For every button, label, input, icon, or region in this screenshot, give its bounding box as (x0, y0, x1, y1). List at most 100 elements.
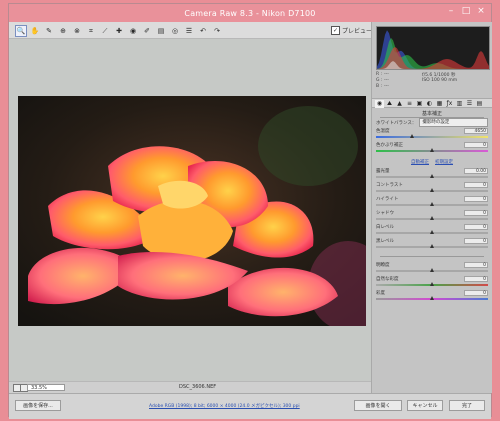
saturation-value[interactable]: 0 (464, 290, 488, 296)
auto-default-links: 自動補正 初期設定 (372, 159, 492, 165)
straighten-icon[interactable]: ⟋ (99, 25, 111, 37)
split-toning-tab-icon[interactable]: ▣ (415, 100, 424, 108)
temperature-slider-thumb[interactable] (410, 134, 415, 138)
temperature-value[interactable]: 4650 (464, 128, 488, 134)
image-canvas[interactable] (9, 39, 371, 381)
blacks-slider-thumb[interactable] (429, 244, 434, 248)
tone-curve-tab-icon[interactable]: ⛰ (385, 100, 394, 108)
bottom-bar: 画像を保存... Adobe RGB (1998); 8 bit; 6000 ×… (9, 393, 491, 419)
minimize-icon[interactable]: – (445, 6, 457, 16)
white-balance-row: ホワイトバランス： 撮影時の設定 (376, 118, 488, 127)
vibrance-label: 自然な彩度 (376, 277, 399, 282)
detail-tab-icon[interactable]: ▲ (395, 100, 404, 108)
effects-tab-icon[interactable]: ▦ (435, 100, 444, 108)
camera-raw-window: Camera Raw 8.3 - Nikon D7100 – □ × 🔍 ✋ ✎ ⊕ ⊗… (8, 3, 492, 419)
temperature-label: 色温度 (376, 129, 390, 134)
divider (380, 256, 484, 257)
panel-title: 基本補正 (421, 111, 442, 117)
blacks-value[interactable]: 0 (464, 238, 488, 244)
panel-tabs: ◉ ⛰ ▲ ≡ ▣ ◐ ▦ ƒx ▥ ☰ ▤ (372, 98, 492, 108)
iso-focal: ISO 100 90 mm (422, 78, 458, 83)
shadows-row: シャドウ 0 (376, 210, 488, 224)
done-button[interactable]: 完了 (449, 400, 485, 411)
tint-label: 色かぶり補正 (376, 143, 403, 148)
rose-image (18, 96, 366, 326)
exposure-value[interactable]: 0.00 (464, 168, 488, 174)
temperature-row: 色温度 4650 (376, 128, 488, 142)
adjustment-panel: R : --- f/5.6 1/1000 秒 G : --- ISO 100 9… (371, 22, 492, 393)
contrast-label: コントラスト (376, 183, 403, 188)
color-sampler-icon[interactable]: ⊕ (57, 25, 69, 37)
radial-filter-icon[interactable]: ◎ (169, 25, 181, 37)
workflow-options-link[interactable]: Adobe RGB (1998); 8 bit; 6000 × 4000 (24… (149, 403, 300, 409)
preview-toggle[interactable]: ✓ プレビュー (331, 26, 372, 35)
title-bar: Camera Raw 8.3 - Nikon D7100 – □ × (9, 4, 491, 22)
red-eye-icon[interactable]: ◉ (127, 25, 139, 37)
auto-link[interactable]: 自動補正 (411, 159, 429, 165)
preferences-icon[interactable]: ☰ (183, 25, 195, 37)
clarity-label: 明瞭度 (376, 263, 390, 268)
shadows-value[interactable]: 0 (464, 210, 488, 216)
whites-slider-thumb[interactable] (429, 230, 434, 234)
clarity-slider-thumb[interactable] (429, 268, 434, 272)
graduated-filter-icon[interactable]: ▤ (155, 25, 167, 37)
default-link[interactable]: 初期設定 (435, 159, 453, 165)
snapshots-tab-icon[interactable]: ☰ (465, 100, 474, 108)
crop-icon[interactable]: ⌗ (85, 25, 97, 37)
highlights-slider-thumb[interactable] (429, 202, 434, 206)
white-balance-select[interactable]: 撮影時の設定 (419, 118, 488, 127)
whites-label: 白レベル (376, 225, 394, 230)
preview-checkbox[interactable]: ✓ (331, 26, 340, 35)
target-adjust-icon[interactable]: ⊗ (71, 25, 83, 37)
zoom-level-select[interactable]: 33.5% (27, 384, 65, 391)
lens-tab-icon[interactable]: ◐ (425, 100, 434, 108)
open-image-button[interactable]: 画像を開く (354, 400, 402, 411)
saturation-row: 彩度 0 (376, 290, 488, 304)
panel-menu-icon[interactable]: ▤ (475, 100, 484, 108)
vibrance-row: 自然な彩度 0 (376, 276, 488, 290)
cancel-button[interactable]: キャンセル (407, 400, 443, 411)
blacks-row: 黒レベル 0 (376, 238, 488, 252)
rotate-ccw-icon[interactable]: ↶ (197, 25, 209, 37)
close-icon[interactable]: × (475, 6, 487, 16)
clarity-value[interactable]: 0 (464, 262, 488, 268)
presets-tab-icon[interactable]: ▥ (455, 100, 464, 108)
adjustment-brush-icon[interactable]: ✐ (141, 25, 153, 37)
photo-preview (18, 96, 366, 326)
exposure-slider-thumb[interactable] (429, 174, 434, 178)
temperature-slider[interactable] (376, 136, 488, 138)
histogram (376, 26, 490, 70)
file-name: DSC_3606.NEF (179, 384, 217, 390)
tint-value[interactable]: 0 (464, 142, 488, 148)
tint-slider-thumb[interactable] (429, 148, 434, 152)
contrast-slider-thumb[interactable] (429, 188, 434, 192)
preview-label: プレビュー (342, 28, 373, 35)
basic-tab-icon[interactable]: ◉ (375, 100, 384, 108)
hand-icon[interactable]: ✋ (29, 25, 41, 37)
rotate-cw-icon[interactable]: ↷ (211, 25, 223, 37)
hsl-tab-icon[interactable]: ≡ (405, 100, 414, 108)
exposure-row: 露光量 0.00 (376, 168, 488, 182)
shadows-label: シャドウ (376, 211, 394, 216)
highlights-value[interactable]: 0 (464, 196, 488, 202)
vibrance-slider-thumb[interactable] (429, 282, 434, 286)
whites-value[interactable]: 0 (464, 224, 488, 230)
highlights-row: ハイライト 0 (376, 196, 488, 210)
tool-strip: 🔍 ✋ ✎ ⊕ ⊗ ⌗ ⟋ ✚ ◉ ✐ ▤ ◎ ☰ ↶ ↷ (15, 25, 223, 37)
contrast-row: コントラスト 0 (376, 182, 488, 196)
b-value: --- (384, 84, 389, 89)
contrast-value[interactable]: 0 (464, 182, 488, 188)
maximize-icon[interactable]: □ (460, 6, 472, 16)
white-balance-icon[interactable]: ✎ (43, 25, 55, 37)
spot-removal-icon[interactable]: ✚ (113, 25, 125, 37)
exposure-label: 露光量 (376, 169, 390, 174)
tint-row: 色かぶり補正 0 (376, 142, 488, 156)
zoom-icon[interactable]: 🔍 (15, 25, 27, 37)
save-image-button[interactable]: 画像を保存... (15, 400, 61, 411)
vibrance-value[interactable]: 0 (464, 276, 488, 282)
shadows-slider-thumb[interactable] (429, 216, 434, 220)
whites-row: 白レベル 0 (376, 224, 488, 238)
window-title: Camera Raw 8.3 - Nikon D7100 (184, 8, 316, 18)
camera-calibration-tab-icon[interactable]: ƒx (445, 100, 454, 108)
saturation-slider-thumb[interactable] (429, 296, 434, 300)
